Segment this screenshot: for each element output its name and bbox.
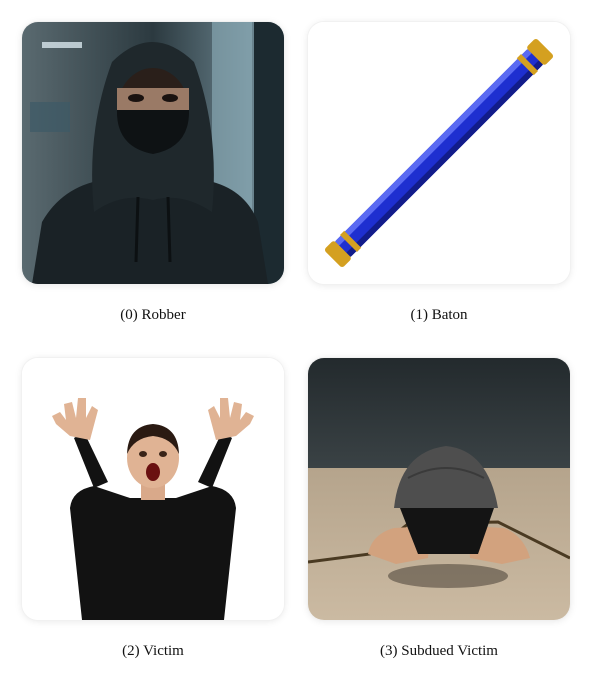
caption-victim: (2) Victim bbox=[122, 643, 184, 659]
subdued-victim-image bbox=[308, 358, 570, 620]
victim-illustration bbox=[22, 358, 284, 620]
caption-robber: (0) Robber bbox=[120, 307, 186, 323]
robber-illustration bbox=[22, 22, 284, 284]
baton-illustration bbox=[308, 22, 570, 284]
victim-image bbox=[22, 358, 284, 620]
caption-subdued-victim: (3) Subdued Victim bbox=[380, 643, 498, 659]
robber-image bbox=[22, 22, 284, 284]
baton-image bbox=[308, 22, 570, 284]
subdued-victim-illustration bbox=[308, 358, 570, 620]
caption-baton: (1) Baton bbox=[410, 307, 468, 323]
